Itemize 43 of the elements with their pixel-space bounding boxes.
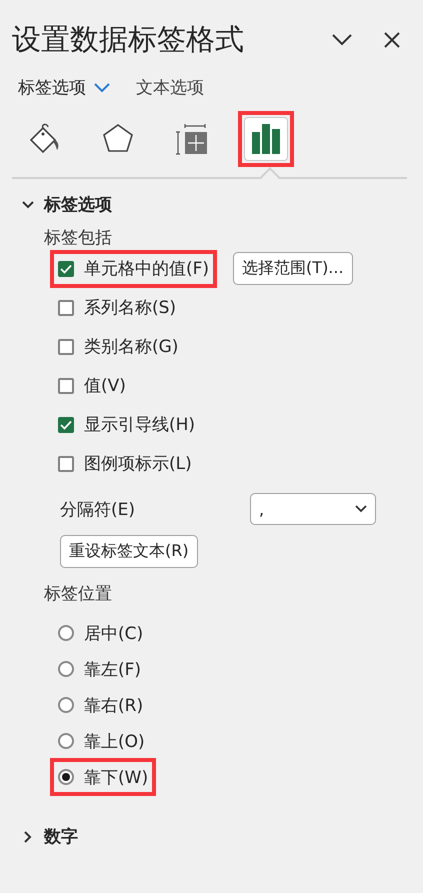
separator-dropdown[interactable]: , [250, 493, 376, 525]
section-header[interactable]: 标签选项 [0, 193, 112, 216]
radio-button[interactable] [58, 697, 74, 713]
chevron-down-icon [355, 505, 367, 513]
checkbox-label: 值(V) [84, 375, 126, 397]
radio-label: 靠右(R) [84, 694, 144, 716]
checkbox-label: 类别名称(G) [84, 336, 178, 358]
chevron-icon [22, 198, 34, 210]
radio-label: 居中(C) [84, 622, 144, 644]
radio-button[interactable] [58, 661, 74, 677]
group-label: 标签包括 [43, 227, 113, 249]
checkbox[interactable] [58, 300, 74, 316]
bar-chart-icon [251, 123, 281, 155]
checkbox-label: 系列名称(S) [84, 297, 176, 319]
select-range-button[interactable]: 选择范围(T)... [233, 252, 353, 285]
checkbox[interactable] [58, 338, 74, 354]
checkbox-label: 单元格中的值(F) [84, 258, 210, 280]
radio-label: 靠左(F) [84, 658, 142, 680]
chevron-down-icon [331, 33, 353, 47]
paint-bucket-icon [27, 122, 61, 156]
option-tab[interactable]: 标签选项 [18, 76, 110, 99]
reset-label-text-button[interactable]: 重设标签文本(R) [60, 535, 198, 568]
radio-label: 靠上(O) [84, 730, 145, 752]
checkbox-label: 图例项标示(L) [84, 453, 192, 475]
checkbox[interactable] [58, 378, 74, 394]
dropdown-icon [94, 82, 110, 92]
chevron-icon [22, 830, 34, 842]
checkbox[interactable] [58, 260, 74, 276]
radio-button[interactable] [58, 625, 74, 641]
group-label: 标签位置 [43, 583, 113, 605]
option-tab[interactable]: 文本选项 [136, 76, 204, 99]
checkbox-label: 显示引导线(H) [84, 414, 196, 436]
size-position-icon [175, 122, 209, 156]
radio-label: 靠下(W) [84, 766, 148, 788]
close-icon [383, 31, 401, 49]
checkbox[interactable] [58, 456, 74, 472]
separator-label: 分隔符(E) [60, 498, 136, 520]
section-header[interactable]: 数字 [0, 825, 78, 848]
pane-title: 设置数据标签格式 [12, 21, 245, 58]
checkbox[interactable] [58, 416, 74, 432]
radio-button[interactable] [58, 769, 74, 785]
icon-tab[interactable] [244, 117, 288, 161]
radio-button[interactable] [58, 733, 74, 749]
